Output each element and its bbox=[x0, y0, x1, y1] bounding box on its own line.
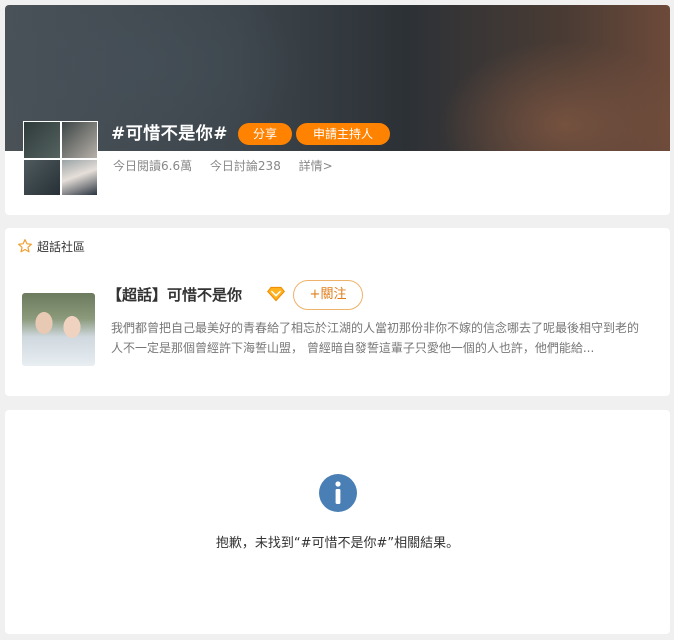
topic-header-card: #可惜不是你# 分享 申請主持人 今日閱讀6.6萬 今日討論238 詳情> bbox=[5, 5, 670, 215]
cover-tile bbox=[61, 159, 97, 195]
discussions-today: 今日討論238 bbox=[209, 159, 281, 173]
gem-badge-icon bbox=[267, 286, 285, 302]
super-topic-name[interactable]: 【超話】可惜不是你 bbox=[107, 284, 242, 306]
apply-host-button[interactable]: 申請主持人 bbox=[296, 123, 390, 145]
super-topic-description: 我們都曾把自己最美好的青春給了相忘於江湖的人當初那份非你不嫁的信念哪去了呢最後相… bbox=[111, 321, 640, 355]
topic-stats: 今日閱讀6.6萬 今日討論238 詳情> bbox=[113, 157, 347, 175]
info-icon bbox=[319, 474, 357, 512]
empty-message: 抱歉，未找到“#可惜不是你#”相關結果。 bbox=[215, 536, 460, 551]
star-icon bbox=[18, 239, 32, 253]
cover-tile bbox=[24, 159, 60, 195]
cover-tile bbox=[61, 122, 97, 158]
section-header: 超話社區 bbox=[17, 238, 85, 256]
section-heading: 超話社區 bbox=[37, 240, 86, 254]
details-link[interactable]: 詳情> bbox=[299, 159, 333, 173]
super-topic-thumbnail[interactable] bbox=[22, 293, 95, 366]
reads-today: 今日閱讀6.6萬 bbox=[113, 159, 193, 173]
super-topic-card: 超話社區 【超話】可惜不是你 +關注 我們都曾把自己最美好的青春給了相忘於江湖的… bbox=[5, 228, 670, 396]
empty-result-card: 抱歉，未找到“#可惜不是你#”相關結果。 bbox=[5, 410, 670, 634]
topic-title: #可惜不是你# bbox=[111, 124, 228, 144]
cover-tile bbox=[24, 122, 60, 158]
share-button[interactable]: 分享 bbox=[238, 123, 292, 145]
topic-cover-image[interactable] bbox=[23, 121, 98, 196]
follow-button[interactable]: +關注 bbox=[293, 280, 363, 310]
